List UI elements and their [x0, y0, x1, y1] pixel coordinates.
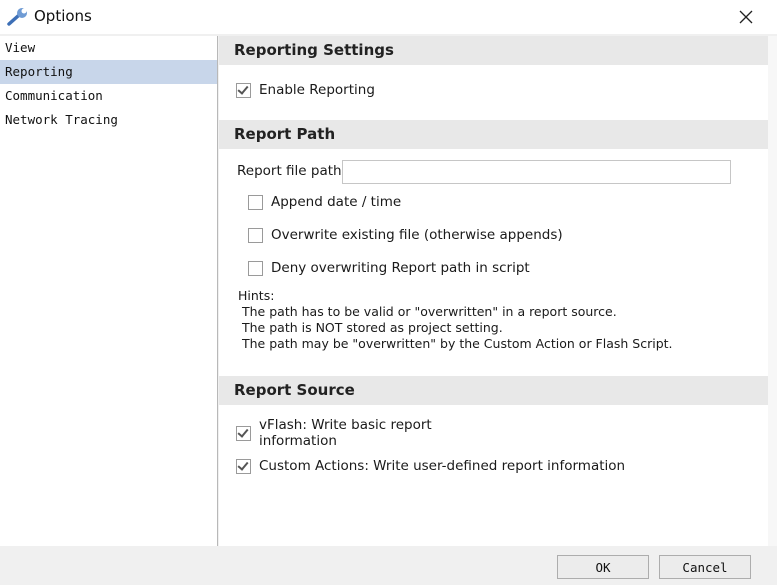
- checkbox-label: Deny overwriting Report path in script: [271, 260, 530, 276]
- options-nav-list: View Reporting Communication Network Tra…: [0, 36, 218, 546]
- custom-actions-report-checkbox[interactable]: Custom Actions: Write user-defined repor…: [236, 458, 625, 474]
- hints-title: Hints:: [238, 288, 275, 303]
- checkbox-box[interactable]: [248, 261, 263, 276]
- close-button[interactable]: [728, 0, 764, 34]
- append-date-time-checkbox[interactable]: Append date / time: [248, 194, 401, 210]
- title-bar: Options: [0, 0, 777, 34]
- section-header-reporting-settings: Reporting Settings: [219, 36, 768, 65]
- checkbox-label: Enable Reporting: [259, 82, 375, 98]
- window-title: Options: [34, 7, 92, 25]
- cancel-button[interactable]: Cancel: [659, 555, 751, 579]
- checkbox-label: Append date / time: [271, 194, 402, 210]
- hint-line: The path may be "overwritten" by the Cus…: [242, 336, 673, 351]
- overwrite-existing-file-checkbox[interactable]: Overwrite existing file (otherwise appen…: [248, 227, 563, 243]
- hint-line: The path is NOT stored as project settin…: [242, 320, 503, 335]
- sidebar-item-communication[interactable]: Communication: [0, 84, 217, 108]
- checkbox-box[interactable]: [248, 195, 263, 210]
- window-edge: [768, 36, 777, 546]
- report-file-path-label: Report file path:: [237, 163, 347, 179]
- ok-button[interactable]: OK: [557, 555, 649, 579]
- close-icon: [739, 10, 753, 24]
- section-header-report-source: Report Source: [219, 376, 768, 405]
- checkbox-box[interactable]: [236, 426, 251, 441]
- deny-overwriting-checkbox[interactable]: Deny overwriting Report path in script: [248, 260, 530, 276]
- section-title: Report Path: [234, 125, 336, 143]
- checkbox-box[interactable]: [236, 83, 251, 98]
- wrench-icon: [7, 8, 27, 26]
- section-title: Report Source: [234, 381, 355, 399]
- checkbox-label: Custom Actions: Write user-defined repor…: [259, 458, 626, 474]
- checkbox-label: vFlash: Write basic report information: [259, 417, 432, 449]
- checkbox-label: Overwrite existing file (otherwise appen…: [271, 227, 563, 243]
- sidebar-item-reporting[interactable]: Reporting: [0, 60, 217, 84]
- report-file-path-input[interactable]: [342, 160, 731, 184]
- enable-reporting-checkbox[interactable]: Enable Reporting: [236, 82, 375, 98]
- checkbox-box[interactable]: [236, 459, 251, 474]
- section-header-report-path: Report Path: [219, 120, 768, 149]
- sidebar-item-network-tracing[interactable]: Network Tracing: [0, 108, 217, 132]
- section-title: Reporting Settings: [234, 41, 394, 59]
- vflash-basic-report-checkbox[interactable]: vFlash: Write basic report information: [236, 417, 451, 449]
- hint-line: The path has to be valid or "overwritten…: [242, 304, 617, 319]
- settings-panel: Reporting Settings Enable Reporting Repo…: [219, 36, 768, 546]
- checkbox-box[interactable]: [248, 228, 263, 243]
- sidebar-item-view[interactable]: View: [0, 36, 217, 60]
- hints-text: Hints: The path has to be valid or "over…: [238, 288, 673, 352]
